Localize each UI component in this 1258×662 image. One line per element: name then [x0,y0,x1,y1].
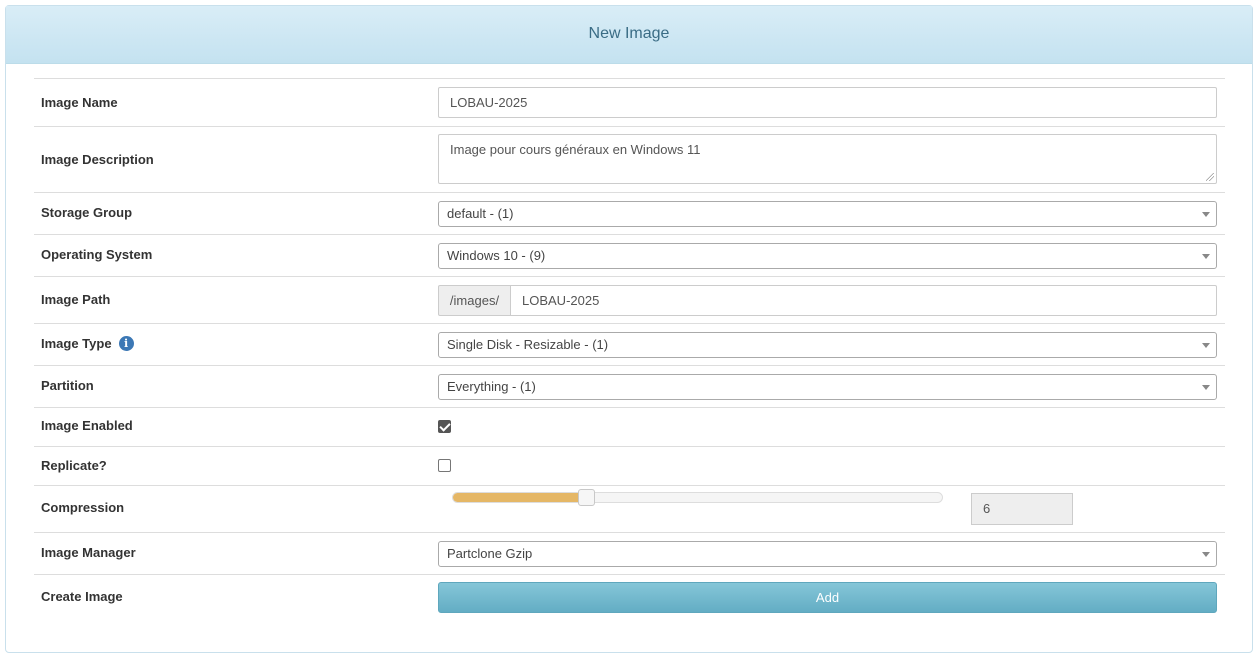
row-storage-group: Storage Group default - (1) [34,193,1225,235]
partition-label: Partition [41,377,94,393]
row-create-image: Create Image Add [34,575,1225,620]
operating-system-label: Operating System [41,246,153,262]
image-path-label: Image Path [41,291,111,307]
compression-slider-handle[interactable] [578,489,596,506]
row-operating-system: Operating System Windows 10 - (9) [34,235,1225,277]
row-image-type: Image Type i Single Disk - Resizable - (… [34,324,1225,366]
image-name-label: Image Name [41,95,118,110]
row-image-name: Image Name LOBAU-2025 [34,79,1225,127]
image-type-selected: Single Disk - Resizable - (1) [447,337,609,352]
image-type-label-text: Image Type [41,335,112,351]
storage-group-selected: default - (1) [447,206,514,221]
storage-group-label: Storage Group [41,204,133,220]
image-description-label: Image Description [41,152,154,167]
chevron-down-icon [1202,254,1210,259]
image-form: Image Name LOBAU-2025 Image Description … [34,78,1225,620]
image-enabled-label: Image Enabled [41,418,133,433]
row-image-manager: Image Manager Partclone Gzip [34,533,1225,575]
partition-select[interactable]: Everything - (1) [438,374,1217,400]
compression-slider-fill [453,493,587,502]
add-button[interactable]: Add [438,582,1217,613]
chevron-down-icon [1202,552,1210,557]
operating-system-selected: Windows 10 - (9) [447,248,546,263]
chevron-down-icon [1202,385,1210,390]
image-path-group: /images/ LOBAU-2025 [438,285,1217,316]
row-image-enabled: Image Enabled [34,408,1225,447]
partition-selected: Everything - (1) [447,379,536,394]
create-image-label: Create Image [41,588,123,604]
image-description-text: Image pour cours généraux en Windows 11 [450,142,701,157]
compression-value-input[interactable]: 6 [971,493,1073,525]
replicate-label: Replicate? [41,457,107,473]
chevron-down-icon [1202,212,1210,217]
image-enabled-checkbox[interactable] [438,420,451,433]
operating-system-select[interactable]: Windows 10 - (9) [438,243,1217,269]
info-icon[interactable]: i [118,335,134,351]
image-name-input[interactable]: LOBAU-2025 [438,87,1217,118]
image-path-input[interactable]: LOBAU-2025 [511,285,1217,316]
image-path-prefix: /images/ [438,285,511,316]
replicate-checkbox[interactable] [438,459,451,472]
compression-label: Compression [41,499,125,515]
image-manager-selected: Partclone Gzip [447,546,533,561]
new-image-panel: New Image Image Name LOBAU-2025 Image De… [5,5,1253,653]
resize-grip-icon[interactable] [1206,173,1214,181]
storage-group-select[interactable]: default - (1) [438,201,1217,227]
image-manager-label: Image Manager [41,544,136,560]
row-image-path: Image Path /images/ LOBAU-2025 [34,277,1225,324]
image-manager-select[interactable]: Partclone Gzip [438,541,1217,567]
row-compression: Compression 6 [34,486,1225,533]
row-image-description: Image Description Image pour cours génér… [34,127,1225,193]
image-type-select[interactable]: Single Disk - Resizable - (1) [438,332,1217,358]
chevron-down-icon [1202,343,1210,348]
row-replicate: Replicate? [34,447,1225,486]
compression-slider[interactable] [452,489,943,506]
image-type-label: Image Type i [41,324,134,362]
row-partition: Partition Everything - (1) [34,366,1225,408]
image-description-textarea[interactable]: Image pour cours généraux en Windows 11 [438,134,1217,184]
panel-title: New Image [6,6,1252,64]
